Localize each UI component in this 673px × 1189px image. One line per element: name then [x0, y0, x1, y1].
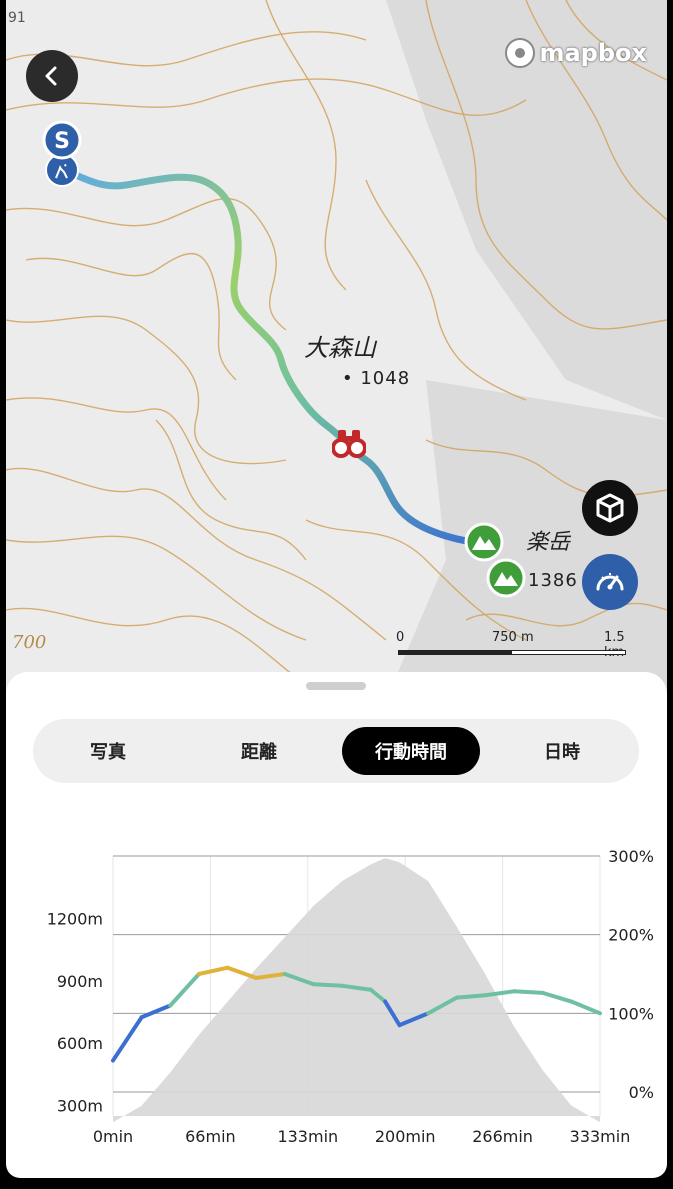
scale-mid-label: 750 m — [492, 630, 534, 645]
tab-photos[interactable]: 写真 — [39, 727, 177, 775]
speed-line-segment — [139, 1003, 173, 1020]
tab-moving-time[interactable]: 行動時間 — [342, 727, 480, 775]
scale-left-label: 0 — [396, 630, 405, 645]
tab-datetime[interactable]: 日時 — [493, 727, 631, 775]
sheet-drag-handle[interactable] — [306, 682, 366, 690]
x-tick-label: 266min — [472, 1127, 533, 1146]
y-right-tick-label: 200% — [608, 926, 654, 945]
back-button[interactable] — [26, 50, 78, 102]
speed-line-segment — [454, 993, 488, 1000]
y-right-tick-label: 0% — [629, 1083, 654, 1102]
mountain-icon[interactable] — [464, 522, 504, 562]
contour-label: 700 — [12, 632, 47, 653]
view-3d-button[interactable] — [582, 480, 638, 536]
x-tick-label: 66min — [185, 1127, 236, 1146]
start-marker-label: S — [54, 129, 70, 154]
y-left-tick-label: 600m — [57, 1034, 103, 1053]
summit-elevation-label: 1386 — [528, 570, 578, 591]
speed-line-segment — [540, 990, 574, 1004]
chevron-left-icon — [45, 66, 57, 86]
peak-elevation-label: • 1048 — [342, 368, 410, 389]
speed-line-segment — [168, 972, 201, 1008]
mountain-icon[interactable] — [486, 558, 526, 598]
map-view[interactable]: 91 mapbox S 大森山 • 1048 楽岳 1386 700 0 750… — [6, 0, 667, 700]
peak-name-label: 大森山 — [304, 334, 376, 362]
y-right-tick-label: 100% — [608, 1004, 654, 1023]
speed-line-segment — [311, 982, 345, 988]
mapbox-attribution[interactable]: mapbox — [505, 38, 647, 68]
x-tick-label: 133min — [277, 1127, 338, 1146]
map-corner-label: 91 — [8, 10, 26, 26]
y-left-tick-label: 1200m — [47, 909, 103, 928]
segment-tabs: 写真 距離 行動時間 日時 — [33, 719, 639, 783]
y-left-tick-label: 300m — [57, 1097, 103, 1116]
x-tick-label: 200min — [375, 1127, 436, 1146]
scale-bar-fill — [399, 651, 512, 654]
mapbox-attribution-text: mapbox — [539, 39, 647, 67]
bottom-sheet: 写真 距離 行動時間 日時 0% 100% 200% 300% 300m 600m 900m… — [6, 672, 667, 1178]
speed-line-segment — [111, 1015, 144, 1063]
speed-line-segment — [569, 999, 602, 1016]
speed-line-segment — [512, 989, 545, 995]
speed-line-segment — [196, 965, 230, 976]
cube-icon — [596, 493, 624, 523]
x-tick-label: 0min — [93, 1127, 133, 1146]
peak-elevation-value: 1048 — [360, 368, 411, 389]
speedometer-icon — [596, 573, 624, 591]
start-marker-icon[interactable]: S — [40, 120, 84, 188]
summit-name-label: 楽岳 — [526, 530, 571, 555]
speed-button[interactable] — [582, 554, 638, 610]
binoculars-icon[interactable] — [332, 428, 366, 458]
scale-bar: 0 750 m 1.5 km — [396, 630, 628, 660]
y-right-tick-label: 300% — [608, 847, 654, 866]
tab-distance[interactable]: 距離 — [190, 727, 328, 775]
chart-svg: 0% 100% 200% 300% 300m 600m 900m 1200m 0min 66min… — [47, 847, 654, 1146]
speed-line-segment — [225, 965, 259, 980]
scale-bar-line — [398, 650, 626, 655]
scale-right-label: 1.5 km — [604, 630, 625, 660]
mapbox-logo-icon — [505, 38, 536, 68]
elevation-speed-chart[interactable]: 0% 100% 200% 300% 300m 600m 900m 1200m 0min 66min… — [6, 812, 667, 1152]
y-left-tick-label: 900m — [57, 972, 103, 991]
peak-dot: • — [342, 368, 361, 389]
x-tick-label: 333min — [570, 1127, 631, 1146]
